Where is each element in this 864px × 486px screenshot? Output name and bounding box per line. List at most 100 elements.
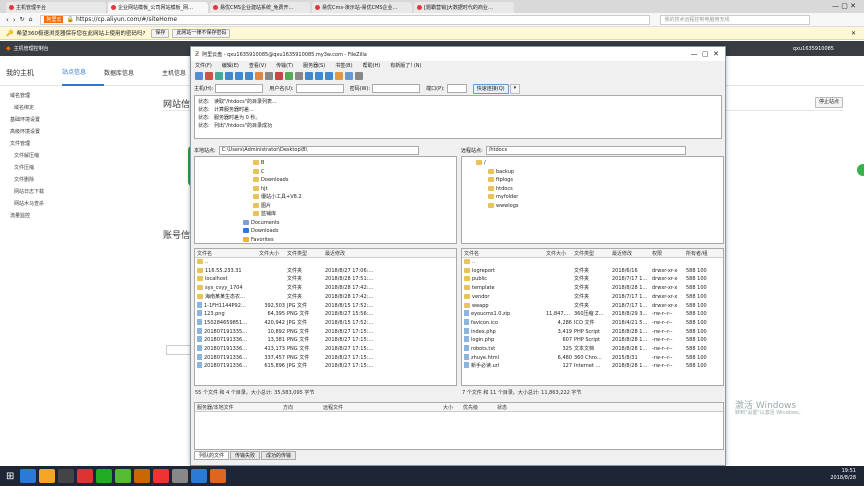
taskbar-app-icon[interactable] <box>191 469 208 483</box>
sidebar-group[interactable]: 流量监控 <box>0 210 150 222</box>
tree-node[interactable]: C <box>243 168 456 177</box>
column-header[interactable]: 状态 <box>495 404 535 411</box>
clock[interactable]: 19:51 2018/8/28 <box>830 468 856 482</box>
table-row[interactable]: 201807191336… 615,896 JPG 文件 2018/8/27 17:1… <box>195 362 456 371</box>
taskbar-app-icon[interactable] <box>134 469 151 483</box>
toolbar-button-icon[interactable] <box>225 72 233 80</box>
menu-item[interactable]: 帮助(H) <box>363 62 381 69</box>
table-row[interactable]: 201807191336… 337,457 PNG 文件 2018/8/27 17:1… <box>195 353 456 363</box>
column-header[interactable]: 优先级 <box>461 404 495 411</box>
window-controls[interactable]: — ▢ ✕ <box>832 2 856 10</box>
toolbar-button-icon[interactable] <box>235 72 243 80</box>
table-row[interactable]: logreport 文件夹 2018/6/16 drwxr-xr-x 588 100 <box>462 267 723 276</box>
sidebar-item[interactable]: 网站日志下载 <box>0 186 150 198</box>
sidebar-item[interactable]: 文件解压缩 <box>0 150 150 162</box>
table-row[interactable]: template 文件夹 2018/8/28 17… drwxr-xr-x 588 10… <box>462 284 723 293</box>
browser-tab[interactable]: 企业网站模板_公司网站模板_网… <box>108 2 208 13</box>
taskbar-app-icon[interactable] <box>153 469 170 483</box>
tree-node[interactable]: hjt <box>243 185 456 194</box>
tree-node[interactable]: Downloads <box>243 176 456 185</box>
toolbar-button-icon[interactable] <box>255 72 263 80</box>
close-icon[interactable]: ✕ <box>851 30 856 37</box>
table-row[interactable]: robots.txt 325 文本文档 2018/8/28 1… -rw-r--r-- 5… <box>462 345 723 354</box>
save-password-button[interactable]: 保存 <box>151 28 170 38</box>
column-header[interactable]: 文件大小 <box>257 250 285 257</box>
table-row[interactable]: .. <box>195 258 456 267</box>
toolbar-button-icon[interactable] <box>345 72 353 80</box>
tree-node[interactable]: Favorites <box>243 236 456 244</box>
taskbar-app-icon[interactable] <box>20 469 37 483</box>
menu-item[interactable]: 编辑(E) <box>222 62 239 69</box>
menu-item[interactable]: 传输(T) <box>276 62 293 69</box>
queue-tab[interactable]: 列队的文件 <box>194 451 230 460</box>
stop-site-button[interactable]: 停止站点 <box>815 97 844 108</box>
menu-item[interactable]: 查看(V) <box>249 62 266 69</box>
quickconnect-button[interactable]: 快速连接(Q) <box>472 83 509 94</box>
tree-node[interactable]: / <box>476 159 723 168</box>
table-row[interactable]: weapp 文件夹 2018/7/17 19… drwxr-xr-x 588 100 <box>462 302 723 311</box>
toolbar-button-icon[interactable] <box>275 72 283 80</box>
tree-node[interactable]: 蓝铺库 <box>243 210 456 219</box>
toolbar-button-icon[interactable] <box>195 72 203 80</box>
menu-item[interactable]: 服务器(S) <box>303 62 325 69</box>
menu-item[interactable]: 书签(B) <box>335 62 352 69</box>
tree-node[interactable]: 優站小工具+V8.2 <box>243 193 456 202</box>
table-row[interactable]: 123.png 64,395 PNG 文件 2018/8/27 15:56:… <box>195 310 456 319</box>
column-header[interactable]: 所有者/组 <box>684 250 720 257</box>
table-row[interactable]: 201807191336… 13,381 PNG 文件 2018/8/27 17:15… <box>195 336 456 345</box>
toolbar-button-icon[interactable] <box>205 72 213 80</box>
toolbar-button-icon[interactable] <box>355 72 363 80</box>
nav-db-info[interactable]: 数据库信息 <box>104 68 162 77</box>
toolbar-button-icon[interactable] <box>265 72 273 80</box>
pass-input[interactable] <box>372 84 421 93</box>
tree-node[interactable]: 图片 <box>243 202 456 211</box>
toolbar-button-icon[interactable] <box>245 72 253 80</box>
forward-icon[interactable]: › <box>13 16 16 24</box>
column-header[interactable]: 权限 <box>650 250 684 257</box>
local-path-input[interactable]: C:\Users\Administrator\Desktop\B\ <box>218 146 419 155</box>
remote-path-input[interactable]: /htdocs <box>485 146 686 155</box>
taskbar-app-icon[interactable] <box>96 469 113 483</box>
refresh-icon[interactable]: ↻ <box>20 16 25 23</box>
toolbar-button-icon[interactable] <box>215 72 223 80</box>
nav-my-host[interactable]: 我的主机 <box>6 68 62 78</box>
never-save-button[interactable]: 此网站一律不保存密码 <box>172 28 231 38</box>
table-row[interactable]: public 文件夹 2018/7/17 19… drwxr-xr-x 588 100 <box>462 275 723 284</box>
column-header[interactable]: 远程文件 <box>321 404 441 411</box>
column-header[interactable]: 最近修改 <box>610 250 650 257</box>
sidebar-item[interactable]: 文件压缩 <box>0 162 150 174</box>
toolbar-button-icon[interactable] <box>315 72 323 80</box>
tree-node[interactable]: htdocs <box>476 185 723 194</box>
tree-node[interactable]: myfolder <box>476 193 723 202</box>
table-row[interactable]: 新手必读.url 127 Internet … 2018/8/28 1… -rw-r--… <box>462 362 723 371</box>
menu-item[interactable]: 有新版了! (N) <box>390 62 421 69</box>
table-row[interactable]: 116.55.233.31 文件夹 2018/8/27 17:06:… <box>195 267 456 276</box>
taskbar-app-icon[interactable] <box>77 469 94 483</box>
tree-node[interactable]: Documents <box>243 219 456 228</box>
column-header[interactable]: 最近修改 <box>323 250 393 257</box>
nav-site-info[interactable]: 站点信息 <box>62 60 104 86</box>
start-icon[interactable]: ⊞ <box>6 471 14 482</box>
sidebar-item[interactable]: 域名绑定 <box>0 102 150 114</box>
sidebar-group[interactable]: 域名管理 <box>0 90 150 102</box>
url-bar[interactable]: 阿里云 🔒 https://cp.aliyun.com/#/siteHome <box>40 14 651 25</box>
taskbar-app-icon[interactable] <box>172 469 189 483</box>
table-row[interactable]: vendor 文件夹 2018/7/17 19… drwxr-xr-x 588 100 <box>462 293 723 302</box>
column-header[interactable]: 文件类型 <box>572 250 610 257</box>
home-icon[interactable]: ⌂ <box>29 16 33 23</box>
toolbar-button-icon[interactable] <box>295 72 303 80</box>
table-row[interactable]: login.php 607 PHP Script 2018/8/28 1… -rw-r-… <box>462 336 723 345</box>
account-name[interactable]: qxu1635910085 <box>793 46 834 52</box>
port-input[interactable] <box>446 84 467 93</box>
sidebar-group[interactable]: 高级环境设置 <box>0 126 150 138</box>
tree-node[interactable]: ftplogs <box>476 176 723 185</box>
table-row[interactable]: 150284659851… 420,942 JPG 文件 2018/8/15 17:5… <box>195 318 456 328</box>
taskbar-app-icon[interactable] <box>58 469 75 483</box>
sidebar-item[interactable]: 文件删除 <box>0 174 150 186</box>
sidebar-group[interactable]: 文件管理 <box>0 138 150 150</box>
browser-tab[interactable]: 易优Cms-演示站-易优CMS企业… <box>312 2 412 13</box>
window-controls[interactable]: — ▢ ✕ <box>691 50 719 58</box>
queue-tab[interactable]: 成功的传输 <box>261 451 297 460</box>
table-row[interactable]: 海南某某生态农… 文件夹 2018/8/28 17:42:… <box>195 293 456 302</box>
taskbar-app-icon[interactable] <box>210 469 227 483</box>
